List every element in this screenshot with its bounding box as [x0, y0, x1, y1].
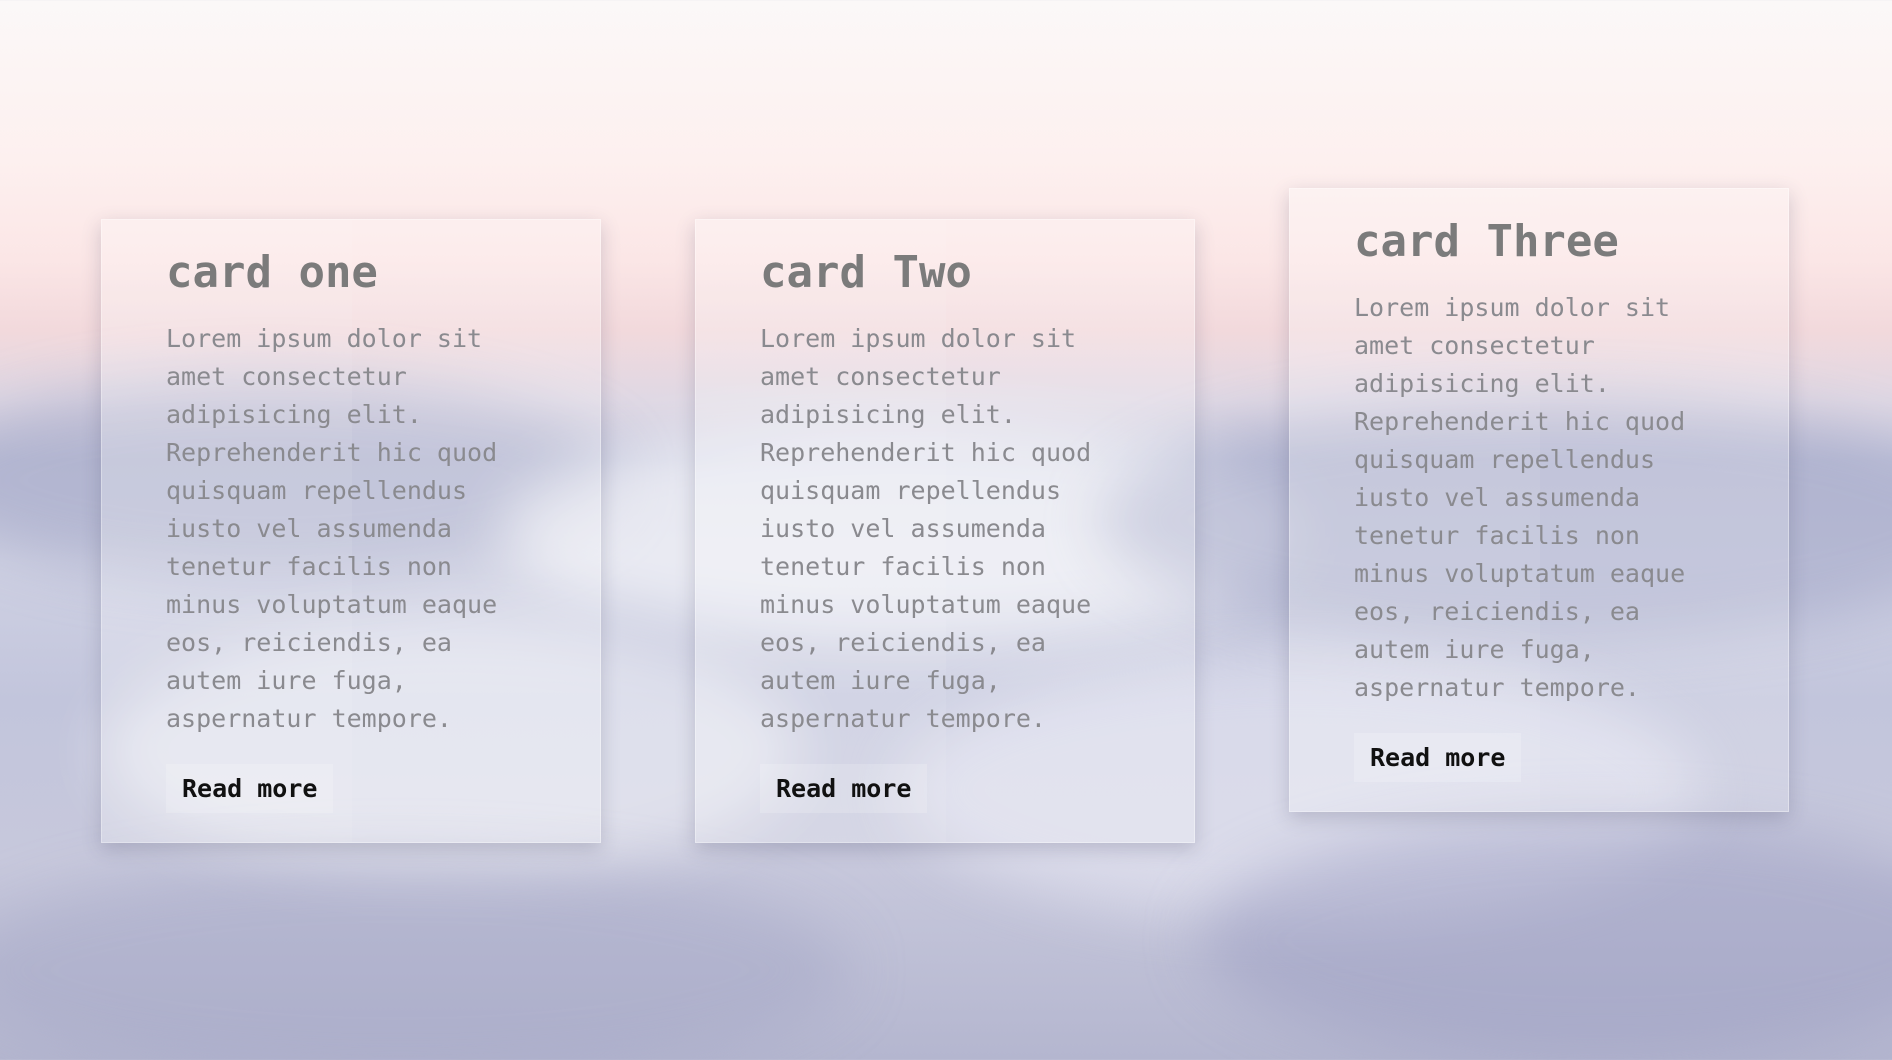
card-text: Lorem ipsum dolor sit amet consectetur a…	[760, 324, 1092, 733]
card-one: card one Lorem ipsum dolor sit amet cons…	[101, 219, 601, 843]
card-three: card Three Lorem ipsum dolor sit amet co…	[1289, 188, 1789, 812]
card-title: card Three	[1354, 216, 1619, 267]
card-text: Lorem ipsum dolor sit amet consectetur a…	[166, 324, 498, 733]
read-more-button[interactable]: Read more	[1354, 733, 1522, 782]
card-title: card Two	[760, 247, 972, 298]
read-more-button[interactable]: Read more	[166, 764, 334, 813]
card-two: card Two Lorem ipsum dolor sit amet cons…	[695, 219, 1195, 843]
card-title: card one	[166, 247, 378, 298]
read-more-button[interactable]: Read more	[760, 764, 928, 813]
card-text: Lorem ipsum dolor sit amet consectetur a…	[1354, 293, 1686, 702]
